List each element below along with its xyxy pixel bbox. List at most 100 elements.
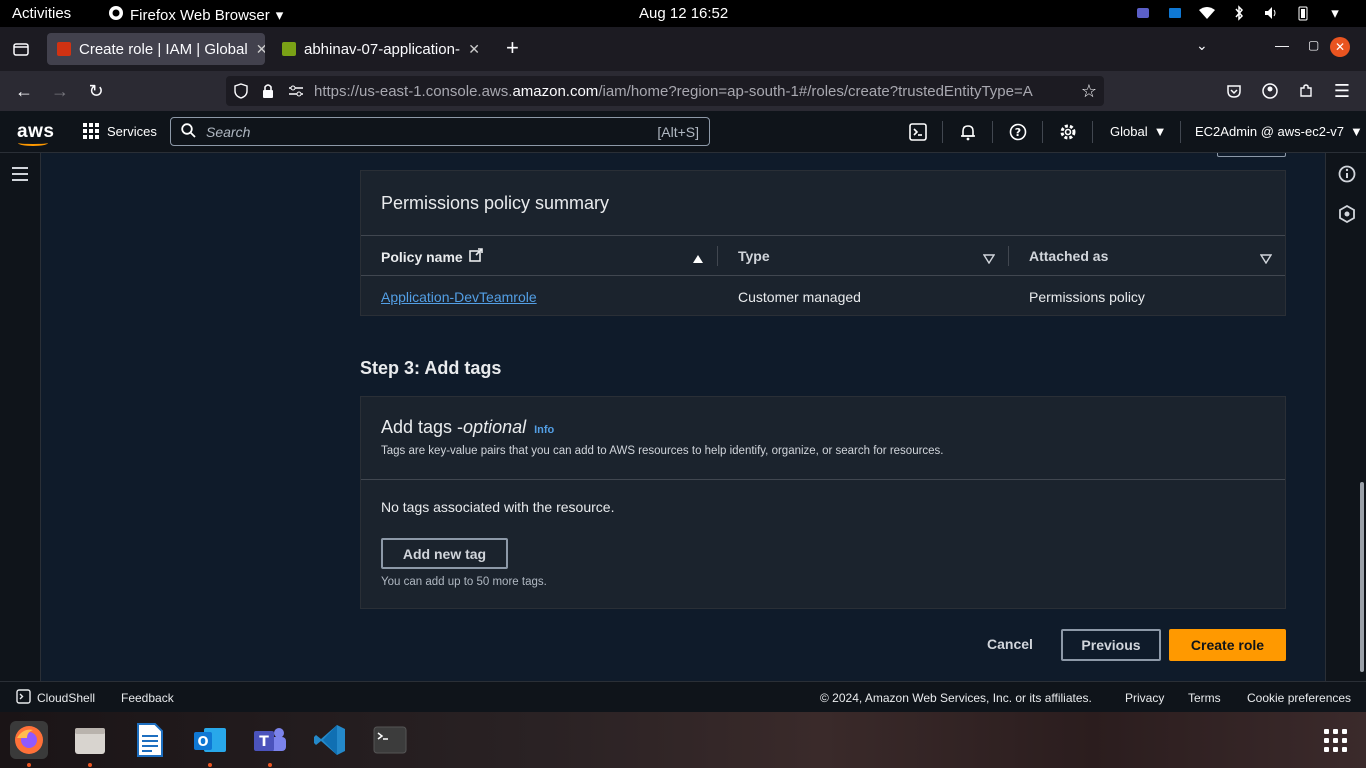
policy-type-cell: Customer managed bbox=[738, 289, 861, 305]
column-divider bbox=[717, 246, 718, 266]
window-close-icon[interactable]: ✕ bbox=[1330, 37, 1350, 57]
tab-strip: Create role | IAM | Global ✕ abhinav-07-… bbox=[0, 27, 1366, 71]
column-label: Policy name bbox=[381, 248, 463, 265]
left-navigation-rail bbox=[0, 153, 41, 681]
column-policy-name[interactable]: Policy name bbox=[381, 248, 483, 265]
terms-link[interactable]: Terms bbox=[1188, 691, 1221, 705]
column-type[interactable]: Type bbox=[738, 248, 770, 264]
show-applications-icon[interactable] bbox=[1324, 729, 1347, 752]
svg-text:?: ? bbox=[1015, 126, 1021, 139]
caret-down-icon: ▼ bbox=[1350, 124, 1363, 139]
page-scrollbar[interactable] bbox=[1360, 482, 1364, 672]
firefox-icon bbox=[108, 5, 124, 25]
add-new-tag-button[interactable]: Add new tag bbox=[381, 538, 508, 569]
info-panel-icon[interactable] bbox=[1338, 165, 1356, 188]
writer-dock-icon[interactable] bbox=[131, 721, 169, 759]
maximize-icon[interactable]: ▢ bbox=[1308, 38, 1319, 52]
main-content: Permissions policy summary Policy name T… bbox=[41, 153, 1325, 681]
cloudshell-label: CloudShell bbox=[37, 691, 96, 705]
menu-icon[interactable]: ☰ bbox=[1331, 80, 1353, 102]
cloudshell-icon[interactable] bbox=[908, 122, 928, 142]
feedback-hexagon-icon[interactable] bbox=[1338, 204, 1356, 228]
account-menu[interactable]: EC2Admin @ aws-ec2-v7 ▼ bbox=[1195, 124, 1363, 139]
header-divider bbox=[942, 121, 943, 143]
region-label: Global bbox=[1110, 124, 1148, 139]
back-icon[interactable]: ← bbox=[13, 80, 35, 102]
cookie-preferences-link[interactable]: Cookie preferences bbox=[1247, 691, 1351, 705]
close-icon[interactable]: ✕ bbox=[256, 41, 265, 58]
search-icon bbox=[181, 122, 196, 141]
header-divider bbox=[992, 121, 993, 143]
bookmark-star-icon[interactable]: ☆ bbox=[1078, 80, 1100, 102]
help-icon[interactable]: ? bbox=[1008, 122, 1028, 142]
outlook-dock-icon[interactable]: O bbox=[191, 721, 229, 759]
teams-tray-icon[interactable] bbox=[1134, 4, 1152, 22]
ubuntu-dock: O T bbox=[0, 712, 1366, 768]
header-divider bbox=[1092, 121, 1093, 143]
permissions-icon[interactable] bbox=[288, 85, 304, 97]
lock-icon[interactable] bbox=[262, 83, 276, 99]
pocket-icon[interactable] bbox=[1223, 80, 1245, 102]
firefox-dock-icon[interactable] bbox=[10, 721, 48, 759]
sort-icon[interactable] bbox=[1259, 251, 1273, 269]
teams-dock-icon[interactable]: T bbox=[251, 721, 289, 759]
outlook-tray-icon[interactable] bbox=[1166, 4, 1184, 22]
search-shortcut: [Alt+S] bbox=[657, 123, 699, 140]
services-menu-button[interactable]: Services bbox=[83, 123, 157, 139]
shield-icon[interactable] bbox=[234, 83, 250, 99]
search-input[interactable] bbox=[206, 123, 658, 140]
reload-icon[interactable]: ↻ bbox=[85, 80, 107, 102]
tab-application-log[interactable]: abhinav-07-application-lo ✕ bbox=[272, 33, 490, 65]
tab-label: Create role | IAM | Global bbox=[79, 40, 248, 58]
forward-icon[interactable]: → bbox=[49, 80, 71, 102]
optional-label: optional bbox=[463, 417, 527, 437]
activities-button[interactable]: Activities bbox=[12, 5, 71, 22]
url-bar[interactable]: https://us-east-1.console.aws.amazon.com… bbox=[226, 76, 1104, 106]
svg-text:T: T bbox=[259, 734, 269, 750]
close-icon[interactable]: ✕ bbox=[468, 41, 480, 58]
info-link[interactable]: Info bbox=[534, 424, 554, 436]
policy-name-link[interactable]: Application-DevTeamrole bbox=[381, 289, 537, 305]
tab-label: abhinav-07-application-lo bbox=[304, 40, 461, 58]
list-all-tabs-icon[interactable]: ⌄ bbox=[1196, 37, 1208, 54]
hamburger-menu-icon[interactable] bbox=[11, 166, 29, 187]
system-tray[interactable]: ▾ bbox=[1134, 4, 1344, 22]
cloudshell-icon bbox=[16, 689, 31, 707]
column-divider bbox=[1008, 246, 1009, 266]
tab-create-role[interactable]: Create role | IAM | Global ✕ bbox=[47, 33, 265, 65]
no-tags-text: No tags associated with the resource. bbox=[381, 499, 615, 515]
notifications-bell-icon[interactable] bbox=[958, 122, 978, 142]
vscode-dock-icon[interactable] bbox=[311, 721, 349, 759]
minimize-icon[interactable]: — bbox=[1275, 37, 1289, 53]
services-grid-icon bbox=[83, 123, 99, 139]
privacy-link[interactable]: Privacy bbox=[1125, 691, 1164, 705]
clock[interactable]: Aug 12 16:52 bbox=[639, 5, 728, 22]
battery-icon bbox=[1294, 4, 1312, 22]
extensions-icon[interactable] bbox=[1295, 80, 1317, 102]
region-selector[interactable]: Global ▼ bbox=[1110, 124, 1166, 139]
tab-overview-icon[interactable] bbox=[10, 38, 32, 60]
account-icon[interactable] bbox=[1259, 80, 1281, 102]
search-box[interactable]: [Alt+S] bbox=[170, 117, 710, 146]
cloudshell-footer-button[interactable]: CloudShell bbox=[16, 689, 95, 707]
feedback-link[interactable]: Feedback bbox=[121, 691, 174, 705]
previous-button[interactable]: Previous bbox=[1061, 629, 1161, 661]
chevron-down-icon: ▾ bbox=[275, 7, 284, 24]
app-menu[interactable]: Firefox Web Browser ▾ bbox=[108, 5, 283, 25]
terminal-dock-icon[interactable] bbox=[371, 721, 409, 759]
aws-logo[interactable]: aws bbox=[17, 121, 54, 146]
sort-icon[interactable] bbox=[982, 251, 996, 269]
new-tab-icon[interactable]: + bbox=[506, 35, 519, 61]
copyright-text: © 2024, Amazon Web Services, Inc. or its… bbox=[820, 691, 1092, 705]
cancel-button[interactable]: Cancel bbox=[987, 636, 1033, 652]
settings-gear-icon[interactable] bbox=[1058, 122, 1078, 142]
add-tags-description: Tags are key-value pairs that you can ad… bbox=[381, 445, 944, 457]
account-label: EC2Admin @ aws-ec2-v7 bbox=[1195, 124, 1345, 139]
sort-ascending-icon[interactable] bbox=[692, 251, 704, 269]
files-dock-icon[interactable] bbox=[71, 721, 109, 759]
create-role-button[interactable]: Create role bbox=[1169, 629, 1286, 661]
partial-button-above[interactable] bbox=[1217, 153, 1286, 157]
column-attached-as[interactable]: Attached as bbox=[1029, 248, 1108, 264]
url-prefix: https://us-east-1.console.aws. bbox=[314, 82, 513, 100]
aws-console-header: aws Services [Alt+S] ? Global ▼ EC2Admin… bbox=[0, 111, 1366, 153]
